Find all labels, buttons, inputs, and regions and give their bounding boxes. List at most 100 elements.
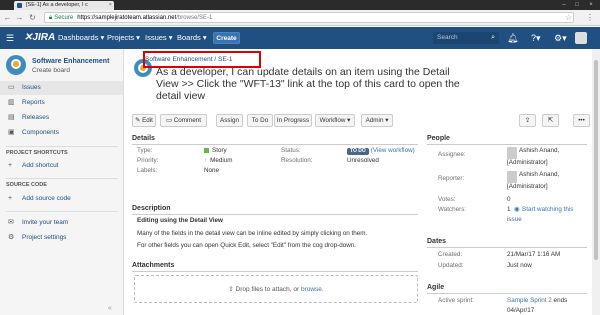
votes-value[interactable]: 0	[507, 196, 511, 203]
edit-button[interactable]: ✎ Edit	[132, 114, 156, 127]
reporter-role: [Administrator]	[507, 183, 548, 190]
invite-team-link[interactable]: ✉ Invite your team	[0, 216, 123, 230]
collapse-sidebar-icon[interactable]: «	[108, 305, 112, 312]
browser-menu-icon[interactable]: ⋮	[586, 13, 594, 22]
dates-header: Dates	[427, 238, 447, 245]
project-settings-label: Project settings	[22, 234, 67, 241]
watchers-label: Watchers:	[438, 206, 467, 213]
share-icon[interactable]: ⇱	[542, 114, 559, 127]
upload-icon: ⇪	[228, 286, 236, 293]
sidebar-divider	[6, 178, 118, 179]
nav-projects[interactable]: Projects ▾	[107, 27, 140, 49]
description-header: Description	[132, 205, 171, 212]
url-input[interactable]: 🔒︎ Secure https://samplejiratoteam.atlassi…	[44, 12, 574, 23]
create-button[interactable]: Create	[213, 32, 240, 44]
start-watching-link[interactable]: Start watching this	[522, 206, 573, 213]
search-placeholder: Search	[437, 34, 458, 41]
view-workflow-link[interactable]: (View workflow)	[371, 147, 415, 154]
status-label: Status:	[281, 147, 301, 154]
back-icon[interactable]: ←	[3, 13, 12, 22]
minimize-icon[interactable]: –	[558, 0, 570, 10]
active-sprint-label: Active sprint:	[438, 297, 475, 304]
scrollbar-thumb[interactable]	[594, 60, 598, 260]
settings-gear-icon[interactable]: ⚙▾	[554, 27, 567, 49]
maximize-icon[interactable]: □	[571, 0, 583, 10]
reporter-avatar	[507, 171, 517, 183]
sidebar-item-issues[interactable]: ▭ Issues	[0, 81, 123, 95]
drop-text: Drop files to attach, or	[235, 286, 301, 293]
sprint-link[interactable]: Sample Sprint 2	[507, 297, 552, 304]
export-icon[interactable]: ⇪	[519, 114, 536, 127]
add-source-label: Add source code	[22, 195, 71, 202]
forward-icon[interactable]: →	[15, 13, 24, 22]
reporter-name[interactable]: Ashish Anand,	[519, 171, 559, 178]
sidebar-item-reports[interactable]: ▥ Reports	[0, 96, 123, 110]
workflow-dropdown[interactable]: Workflow ▾	[315, 114, 355, 127]
watchers-value[interactable]: 1	[507, 206, 511, 213]
gear-icon: ⚙	[8, 234, 15, 241]
components-icon: ▣	[8, 129, 15, 136]
in-progress-button[interactable]: In Progress	[274, 114, 312, 127]
project-avatar[interactable]	[6, 55, 26, 75]
issue-summary[interactable]: As a developer, I can update details on …	[156, 66, 466, 102]
priority-medium-icon: ↑	[204, 157, 208, 164]
user-avatar[interactable]	[575, 32, 587, 44]
sidebar-item-components[interactable]: ▣ Components	[0, 126, 123, 140]
assignee-label: Assignee:	[438, 151, 466, 158]
description-title: Editing using the Detail View	[137, 217, 223, 224]
bookmark-star-icon[interactable]: ☆	[565, 13, 572, 22]
resolution-label: Resolution:	[281, 157, 313, 164]
admin-dropdown[interactable]: Admin ▾	[361, 114, 393, 127]
issue-toolbar: ✎ Edit ▭ Comment Assign To Do In Progres…	[132, 114, 592, 128]
assign-button[interactable]: Assign	[216, 114, 243, 127]
type-value[interactable]: Story	[204, 147, 227, 154]
updated-value: Just now	[507, 262, 532, 269]
highlight-box	[143, 51, 261, 68]
create-board-link[interactable]: Create board	[32, 67, 70, 74]
reload-icon[interactable]: ↻	[28, 13, 37, 22]
url-path: /browse/SE-1	[176, 15, 213, 21]
start-watching-link-line2[interactable]: issue	[507, 216, 522, 223]
plus-icon: +	[8, 162, 13, 169]
labels-value[interactable]: None	[204, 167, 219, 174]
sidebar-divider	[6, 211, 118, 212]
attachment-drop-zone[interactable]: ⇪ Drop files to attach, or browse.	[134, 275, 418, 303]
sprint-ends-text: ends	[551, 297, 568, 304]
labels-label: Labels:	[137, 167, 158, 174]
add-shortcut-link[interactable]: + Add shortcut	[0, 159, 123, 173]
releases-icon: ▤	[8, 114, 15, 121]
assignee-name[interactable]: Ashish Anand,	[519, 147, 559, 154]
jira-logo[interactable]: ✕JIRA	[24, 27, 55, 49]
project-settings-link[interactable]: ⚙ Project settings	[0, 231, 123, 245]
tab-close-icon[interactable]: ×	[109, 1, 112, 10]
browser-tab[interactable]: [SE-1] As a developer, I c ×	[14, 1, 114, 10]
more-options-icon[interactable]: •••	[573, 114, 590, 127]
comment-button[interactable]: ▭ Comment	[160, 114, 207, 127]
created-value: 21/Mar/17 1:16 AM	[507, 251, 561, 258]
issues-icon: ▭	[8, 84, 15, 91]
sidebar-divider	[6, 146, 118, 147]
nav-dashboards[interactable]: Dashboards ▾	[58, 27, 104, 49]
nav-issues[interactable]: Issues ▾	[145, 27, 173, 49]
priority-value[interactable]: ↑ Medium	[204, 157, 233, 164]
url-host: https://samplejiratoteam.atlassian.net	[77, 15, 177, 21]
resolution-value: Unresolved	[347, 157, 379, 164]
add-source-code-link[interactable]: + Add source code	[0, 192, 123, 206]
help-icon[interactable]: ?▾	[531, 27, 541, 49]
app-switcher-icon[interactable]: ☰	[6, 27, 14, 49]
sidebar-item-releases[interactable]: ▤ Releases	[0, 111, 123, 125]
project-name[interactable]: Software Enhancement	[32, 58, 109, 65]
browser-tab-bar: [SE-1] As a developer, I c × – □ ×	[0, 0, 600, 10]
sidebar-item-label: Releases	[22, 114, 50, 121]
browse-link[interactable]: browse.	[301, 286, 324, 293]
search-input[interactable]: Search ⌕	[433, 32, 499, 44]
notifications-icon[interactable]: 🔔︎	[507, 27, 518, 49]
window-close-icon[interactable]: ×	[585, 0, 597, 10]
comment-label: Comment	[173, 117, 201, 124]
secure-label: Secure	[54, 15, 74, 21]
todo-button[interactable]: To Do	[247, 114, 273, 127]
jira-header: ☰ ✕JIRA Dashboards ▾ Projects ▾ Issues ▾…	[0, 27, 600, 49]
tab-title: [SE-1] As a developer, I c	[26, 2, 88, 8]
nav-boards[interactable]: Boards ▾	[177, 27, 207, 49]
reports-icon: ▥	[8, 99, 15, 106]
